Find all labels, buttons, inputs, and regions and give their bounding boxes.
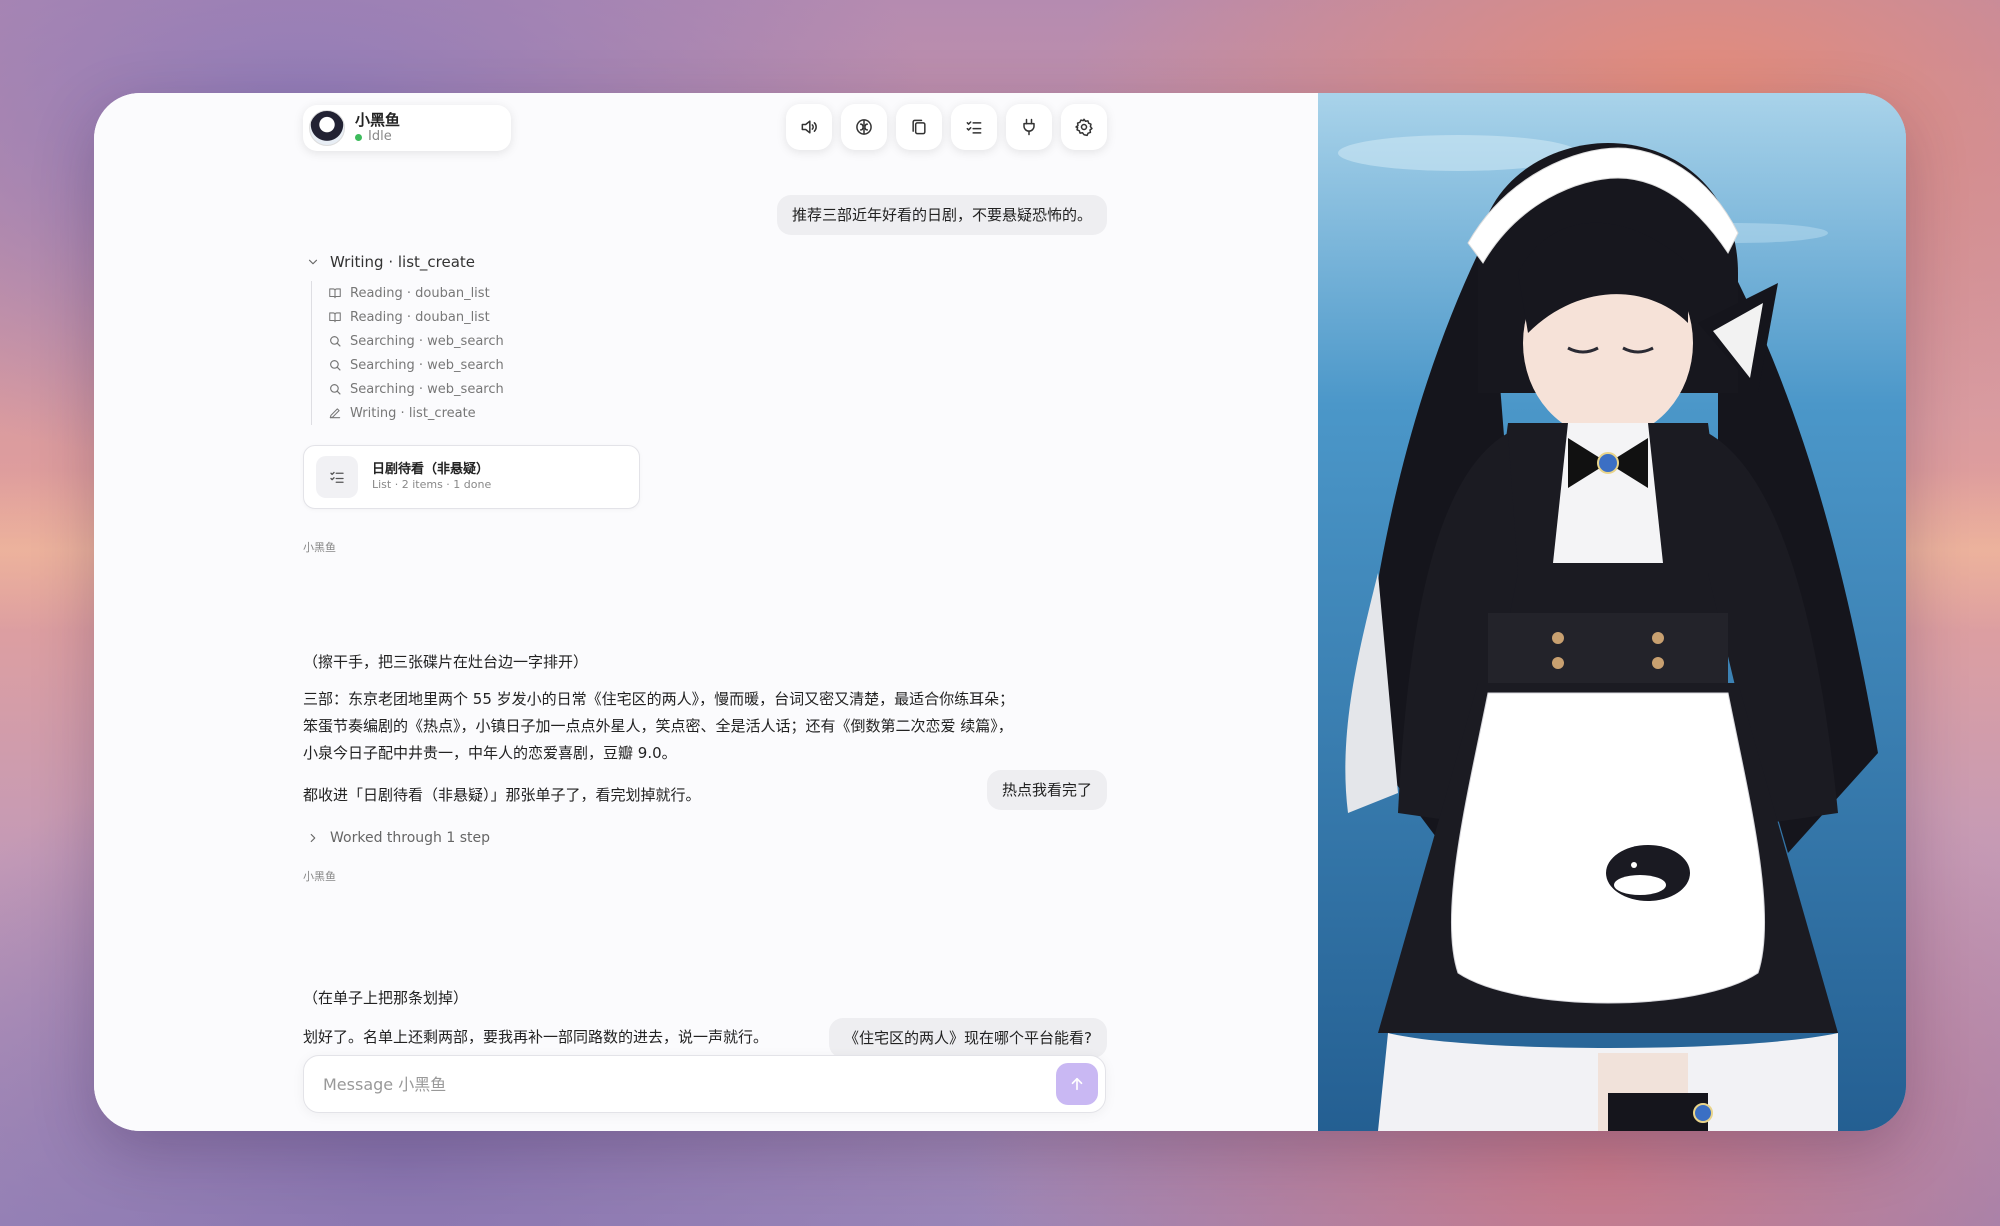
search-icon — [330, 384, 341, 395]
voice-button[interactable] — [786, 104, 832, 150]
lists-button[interactable] — [951, 104, 997, 150]
tool-step-label: Reading · douban_list — [350, 285, 490, 301]
tool-step: Reading · douban_list — [328, 305, 504, 329]
arrow-up-icon — [1071, 1077, 1083, 1091]
speaker-label: 小黑鱼 — [303, 870, 336, 883]
tool-group-title: Writing · list_create — [330, 253, 476, 271]
tool-step: Searching · web_search — [328, 329, 504, 353]
checklist-icon — [330, 471, 344, 483]
book-icon — [329, 288, 341, 299]
avatar — [309, 110, 345, 146]
chevron-down-icon — [308, 259, 318, 265]
agent-name: 小黑鱼 — [355, 111, 401, 130]
tool-step: Searching · web_search — [328, 353, 504, 377]
user-message: 热点我看完了 — [986, 770, 1107, 810]
tool-steps-list: Reading · douban_list Reading · douban_l… — [311, 281, 504, 425]
user-message: 《住宅区的两人》现在哪个平台能看? — [829, 1018, 1107, 1058]
assistant-message: 三部：东京老团地里两个 55 岁发小的日常《住宅区的两人》，慢而暖，台词又密又清… — [303, 690, 1015, 762]
composer — [303, 1055, 1106, 1113]
maid-character-illustration — [1318, 93, 1906, 1131]
plug-icon — [1023, 118, 1035, 136]
settings-button[interactable] — [1061, 104, 1107, 150]
tool-step: Writing · list_create — [328, 401, 504, 425]
chat-panel: 小黑鱼 Idle 推荐三部近年好看的日剧，不要悬疑恐怖的。 Writing · … — [94, 93, 1318, 1131]
speaker-label: 小黑鱼 — [303, 541, 336, 554]
status-dot-icon — [355, 133, 362, 141]
character-portrait — [1318, 93, 1906, 1131]
agent-status-text: Idle — [368, 129, 392, 145]
copy-icon — [912, 119, 926, 135]
gear-icon — [1075, 118, 1093, 137]
tool-step-label: Searching · web_search — [350, 357, 504, 373]
plugins-button[interactable] — [1006, 104, 1052, 150]
list-card-title: 日剧待看（非悬疑） — [372, 461, 490, 477]
list-card-subtitle: List · 2 items · 1 done — [372, 478, 492, 492]
tool-step-label: Reading · douban_list — [350, 309, 490, 325]
book-icon — [329, 312, 341, 323]
tool-step: Searching · web_search — [328, 377, 504, 401]
search-icon — [330, 360, 341, 371]
memory-button[interactable] — [841, 104, 887, 150]
tool-group-toggle[interactable]: Writing · list_create — [306, 253, 475, 271]
app-window: 小黑鱼 Idle 推荐三部近年好看的日剧，不要悬疑恐怖的。 Writing · … — [94, 93, 1906, 1131]
assistant-message: 都收进「日剧待看（非悬疑）」那张单子了，看完划掉就行。 — [303, 786, 701, 804]
brain-icon — [856, 119, 872, 135]
agent-status: Idle — [355, 129, 400, 145]
assistant-action: （在单子上把那条划掉） — [303, 989, 469, 1007]
speaker-icon — [801, 120, 817, 134]
tool-step-label: Searching · web_search — [350, 333, 504, 349]
assistant-message: 划好了。名单上还剩两部，要我再补一部同路数的进去，说一声就行。 — [303, 1028, 769, 1046]
agent-info: 小黑鱼 Idle — [355, 111, 400, 145]
user-message: 推荐三部近年好看的日剧，不要悬疑恐怖的。 — [776, 195, 1107, 235]
pencil-icon — [329, 408, 341, 419]
message-input[interactable] — [304, 1056, 1056, 1112]
chevron-right-icon — [310, 833, 316, 843]
tool-step-label: Writing · list_create — [350, 405, 476, 421]
toolbar — [786, 104, 1107, 150]
list-card[interactable]: 日剧待看（非悬疑） List · 2 items · 1 done — [303, 445, 640, 509]
list-card-icon-box — [316, 456, 358, 498]
search-icon — [330, 336, 341, 347]
send-button[interactable] — [1056, 1063, 1098, 1105]
tool-step-label: Searching · web_search — [350, 381, 504, 397]
checklist-icon — [966, 121, 982, 134]
list-card-text: 日剧待看（非悬疑） List · 2 items · 1 done — [372, 461, 491, 493]
agent-chip[interactable]: 小黑鱼 Idle — [303, 105, 511, 151]
assistant-action: （擦干手，把三张碟片在灶台边一字排开） — [303, 653, 589, 671]
tool-step: Reading · douban_list — [328, 281, 504, 305]
worked-steps-label: Worked through 1 step — [330, 830, 491, 846]
copy-button[interactable] — [896, 104, 942, 150]
worked-steps-toggle[interactable]: Worked through 1 step — [306, 830, 490, 846]
